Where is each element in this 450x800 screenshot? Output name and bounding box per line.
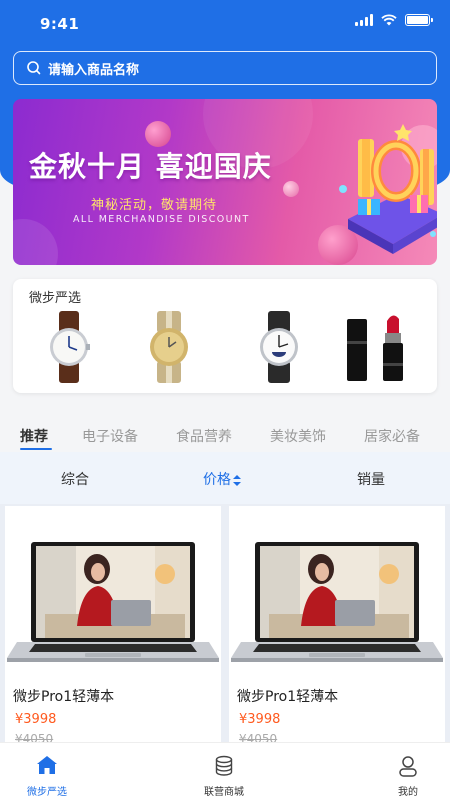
sort-price[interactable]: 价格 (203, 469, 241, 489)
sort-comprehensive[interactable]: 综合 (61, 469, 89, 489)
search-bar[interactable]: 请输入商品名称 (13, 51, 437, 85)
product-price: ¥3998 (239, 712, 281, 727)
tabbar-item-me[interactable]: 我的 (348, 743, 450, 800)
banner-title: 金秋十月 喜迎国庆 (29, 150, 272, 183)
status-time: 9:41 (40, 15, 80, 33)
watch-leather-icon[interactable] (41, 311, 97, 383)
sort-sales[interactable]: 销量 (357, 469, 385, 489)
tab-recommend[interactable]: 推荐 (20, 426, 48, 446)
product-price: ¥3998 (15, 712, 57, 727)
user-icon (399, 756, 417, 777)
tabbar-item-picks[interactable]: 微步严选 (0, 743, 107, 800)
category-tabs: 推荐 电子设备 食品营养 美妆美饰 居家必备 (0, 418, 450, 452)
decor-orb (13, 219, 58, 265)
sort-price-label: 价格 (203, 472, 231, 488)
tabbar-label: 微步严选 (27, 787, 67, 798)
bottom-tab-bar: 微步严选 联营商城 我的 (0, 742, 450, 800)
status-icons (355, 14, 433, 26)
wifi-icon (381, 14, 397, 26)
banner-subtitle: 神秘活动，敬请期待 (91, 198, 218, 213)
product-title: 微步Pro1轻薄本 (237, 689, 339, 705)
home-icon (37, 756, 57, 774)
battery-level (407, 16, 428, 24)
decor-orb (145, 121, 171, 147)
watch-moonphase-icon[interactable] (251, 311, 307, 383)
tab-beauty[interactable]: 美妆美饰 (270, 426, 326, 446)
active-tab-indicator (20, 448, 52, 450)
cellular-signal-icon (355, 14, 373, 26)
sort-arrows-icon (233, 474, 241, 486)
tabbar-label: 我的 (398, 787, 418, 798)
promo-banner[interactable]: 金秋十月 喜迎国庆 神秘活动，敬请期待 ALL MERCHANDISE DISC… (13, 99, 437, 265)
picks-title: 微步严选 (29, 291, 82, 306)
battery-icon (405, 14, 433, 26)
tab-home[interactable]: 居家必备 (364, 426, 420, 446)
product-card[interactable]: 微步Pro1轻薄本 ¥3998 ¥4050 (229, 506, 445, 746)
tabbar-item-mall[interactable]: 联营商城 (164, 743, 284, 800)
laptop-image (7, 542, 219, 662)
status-bar: 9:41 (0, 0, 450, 46)
national-day-illustration (339, 124, 437, 254)
featured-picks-card: 微步严选 (13, 279, 437, 393)
sort-bar: 综合 价格 销量 (0, 452, 450, 504)
search-placeholder: 请输入商品名称 (48, 62, 140, 78)
product-title: 微步Pro1轻薄本 (13, 689, 115, 705)
tabbar-label: 联营商城 (204, 787, 244, 798)
tab-electronics[interactable]: 电子设备 (82, 426, 138, 446)
product-card[interactable]: 微步Pro1轻薄本 ¥3998 ¥4050 (5, 506, 221, 746)
watch-gold-icon[interactable] (141, 311, 197, 383)
app-screen: 9:41 请输入商品名称 金秋十月 喜迎国庆 神秘活动，敬请期待 ALL MER… (0, 0, 450, 800)
lipstick-icon[interactable] (343, 311, 413, 383)
decor-orb (283, 181, 299, 197)
database-icon (215, 755, 233, 776)
tab-food[interactable]: 食品营养 (176, 426, 232, 446)
search-icon (27, 61, 41, 75)
banner-english: ALL MERCHANDISE DISCOUNT (73, 214, 250, 225)
laptop-image (231, 542, 443, 662)
